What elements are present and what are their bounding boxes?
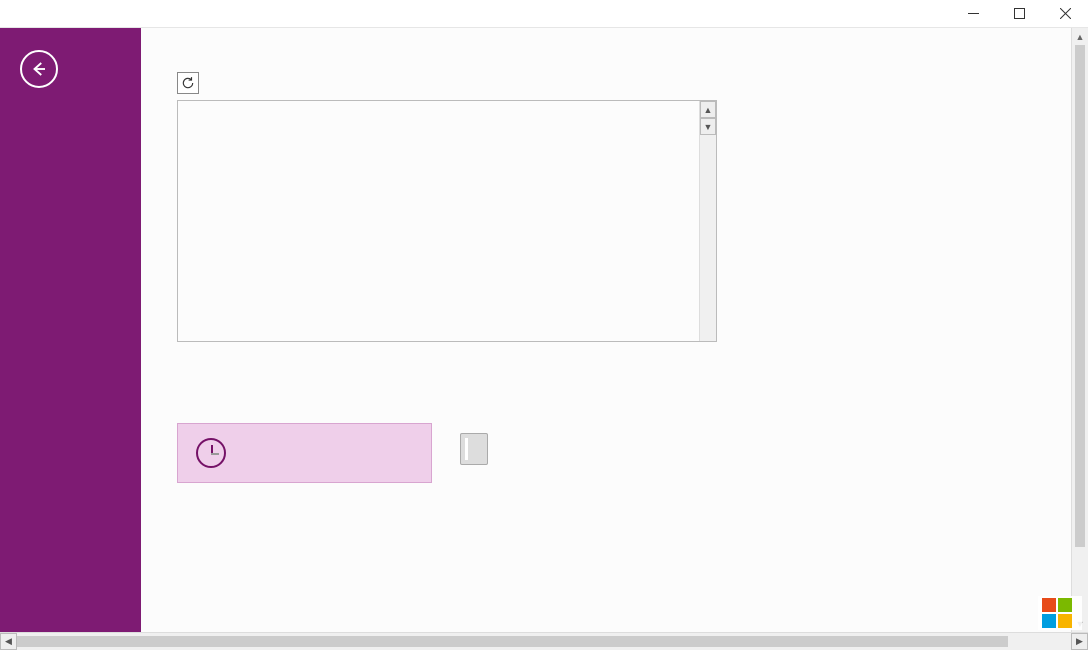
help-button[interactable] <box>908 0 938 28</box>
sidebar <box>0 28 141 632</box>
scroll-up-icon[interactable]: ▲ <box>1072 28 1088 45</box>
clock-icon <box>196 438 226 468</box>
notebook-list: ▲ ▼ <box>177 100 717 342</box>
scroll-left-icon[interactable]: ◀ <box>0 633 17 650</box>
minimize-button[interactable] <box>950 0 996 28</box>
recent-file-row[interactable] <box>460 433 1035 465</box>
refresh-button[interactable] <box>177 72 199 94</box>
notebook-scrollbar[interactable]: ▲ ▼ <box>699 101 716 341</box>
scroll-up-icon[interactable]: ▲ <box>700 101 716 118</box>
content-scrollbar[interactable]: ▲ ▼ <box>1071 28 1088 632</box>
back-button[interactable] <box>20 50 58 88</box>
site-logo <box>1038 596 1082 630</box>
scroll-down-icon[interactable]: ▼ <box>700 118 716 135</box>
onedrive-personal-item[interactable] <box>177 483 432 511</box>
close-button[interactable] <box>1042 0 1088 28</box>
window-controls <box>908 0 1088 28</box>
notebook-icon <box>460 433 488 465</box>
office-logo-icon <box>1042 598 1072 628</box>
scroll-right-icon[interactable]: ▶ <box>1071 633 1088 650</box>
title-bar <box>0 0 1088 28</box>
content-area: ▲ ▼ <box>141 28 1088 632</box>
maximize-button[interactable] <box>996 0 1042 28</box>
recent-tile[interactable] <box>177 423 432 483</box>
horizontal-scrollbar[interactable]: ◀ ▶ <box>0 632 1088 650</box>
